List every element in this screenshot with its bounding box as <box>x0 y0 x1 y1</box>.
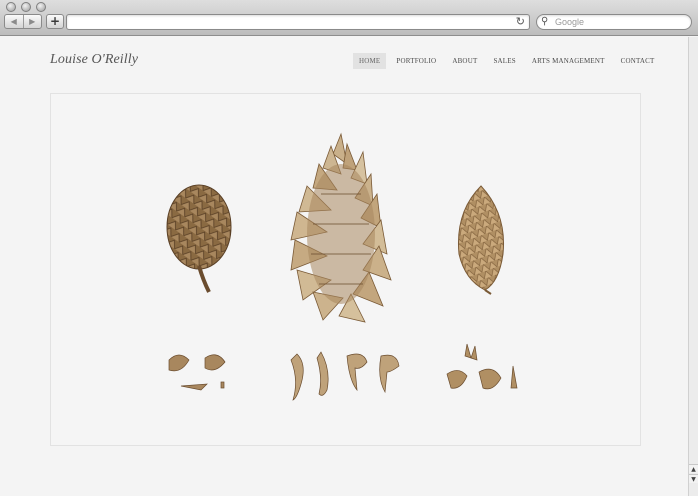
nav-item-contact[interactable]: CONTACT <box>615 53 661 69</box>
nav-item-sales[interactable]: SALES <box>487 53 521 69</box>
back-arrow-icon: ◀ <box>10 17 17 26</box>
search-placeholder: Google <box>555 17 585 27</box>
pinecone-illustration <box>166 132 518 401</box>
right-pinecone <box>457 185 505 295</box>
window-controls <box>6 2 46 12</box>
scroll-up-button[interactable]: ▲ <box>689 464 698 473</box>
zoom-window-button[interactable] <box>36 2 46 12</box>
close-window-button[interactable] <box>6 2 16 12</box>
reload-icon[interactable]: ↻ <box>516 15 525 29</box>
nav-item-home[interactable]: HOME <box>353 53 387 69</box>
forward-arrow-icon: ▶ <box>29 17 36 26</box>
left-pinecone <box>166 184 232 293</box>
add-bookmark-button[interactable]: + <box>46 14 64 29</box>
history-nav: ◀ ▶ <box>4 14 42 29</box>
site-logo[interactable]: Louise O'Reilly <box>50 52 138 68</box>
address-bar[interactable]: ↻ <box>66 14 530 30</box>
browser-toolbar: ◀ ▶ + ↻ ⚲ Google <box>0 0 698 36</box>
nav-item-portfolio[interactable]: PORTFOLIO <box>390 53 442 69</box>
scroll-down-button[interactable]: ▼ <box>689 474 698 483</box>
main-navigation: HOME PORTFOLIO ABOUT SALES ARTS MANAGEME… <box>353 53 665 69</box>
featured-artwork <box>50 93 641 446</box>
minimize-window-button[interactable] <box>21 2 31 12</box>
seed-row-center <box>290 351 400 401</box>
back-button[interactable]: ◀ <box>5 15 23 28</box>
page-scrollbar[interactable]: ▲ ▼ <box>688 37 698 496</box>
arrow-up-icon: ▲ <box>691 466 696 473</box>
arrow-down-icon: ▼ <box>691 476 696 483</box>
center-pinecone <box>290 132 392 323</box>
nav-item-about[interactable]: ABOUT <box>446 53 483 69</box>
page-content: Louise O'Reilly HOME PORTFOLIO ABOUT SAL… <box>0 37 688 496</box>
search-icon: ⚲ <box>541 16 549 27</box>
nav-item-arts-management[interactable]: ARTS MANAGEMENT <box>526 53 611 69</box>
plus-icon: + <box>49 14 61 28</box>
search-input[interactable]: ⚲ Google <box>536 14 692 30</box>
seed-row-right <box>446 343 518 390</box>
forward-button[interactable]: ▶ <box>22 15 42 28</box>
seed-row-left <box>168 354 226 391</box>
